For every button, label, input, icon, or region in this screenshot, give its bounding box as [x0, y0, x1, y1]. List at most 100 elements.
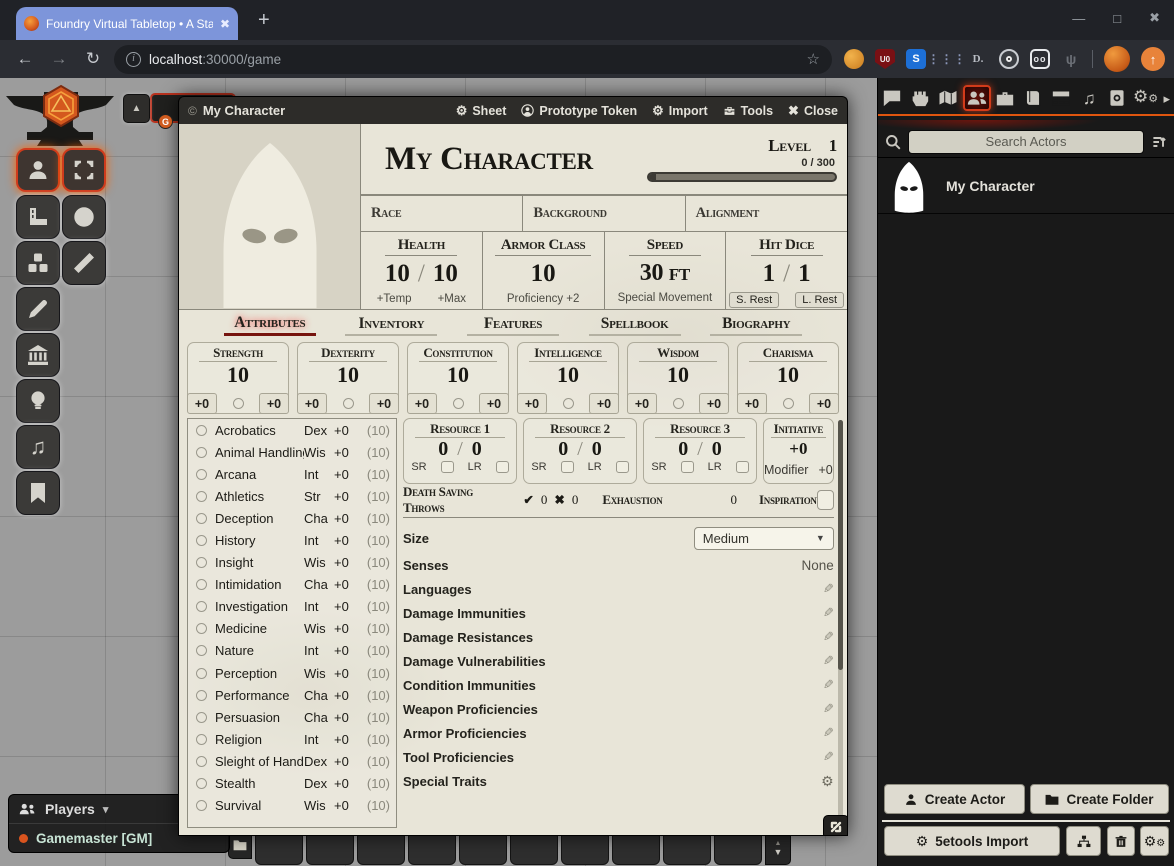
resource-value[interactable]: 0 [438, 438, 448, 460]
select-targets-tool-button[interactable] [62, 148, 106, 192]
skill-row[interactable]: Perception Wis +0 (10) [188, 662, 396, 684]
ability-modifier[interactable]: +0 [627, 393, 657, 414]
fork-extension-icon[interactable]: ψ [1061, 49, 1081, 69]
macro-slot[interactable] [663, 831, 711, 865]
hp-current[interactable]: 10 [385, 260, 410, 288]
window-close-button[interactable]: ✖Close [788, 103, 838, 119]
character-name[interactable]: My Character [385, 141, 647, 178]
browser-profile-avatar[interactable] [1104, 46, 1130, 72]
resource-label[interactable]: Resource 2 [535, 421, 625, 438]
macro-slot[interactable] [408, 831, 456, 865]
ability-block[interactable]: Intelligence 10 +0 +0 [517, 342, 619, 414]
background-field[interactable]: Background [522, 196, 684, 231]
trait-armor-proficiencies[interactable]: Armor Proficiencies ✎ [403, 721, 834, 745]
skill-row[interactable]: Deception Cha +0 (10) [188, 507, 396, 529]
trait-damage-resistances[interactable]: Damage Resistances ✎ [403, 625, 834, 649]
short-rest-checkbox[interactable] [441, 461, 454, 473]
race-field[interactable]: Race [361, 196, 522, 231]
resource-value[interactable]: 0 [678, 438, 688, 460]
short-rest-checkbox[interactable] [561, 461, 574, 473]
ability-save[interactable]: +0 [699, 393, 729, 414]
window-minimize-button[interactable]: — [1072, 11, 1085, 26]
alignment-field[interactable]: Alignment [685, 196, 847, 231]
trait-senses[interactable]: Senses None [403, 553, 834, 577]
skill-row[interactable]: Athletics Str +0 (10) [188, 485, 396, 507]
initiative-value[interactable]: +0 [789, 438, 807, 460]
eye-extension-icon[interactable] [999, 49, 1019, 69]
resource-label[interactable]: Resource 3 [655, 421, 745, 438]
macro-slot[interactable] [459, 831, 507, 865]
health-stat[interactable]: Health 10/10 +Temp+Max [361, 232, 482, 309]
tools-button[interactable]: Tools [723, 104, 773, 118]
macro-slot[interactable] [561, 831, 609, 865]
skill-row[interactable]: History Int +0 (10) [188, 529, 396, 551]
edit-icon[interactable]: ✎ [823, 749, 834, 765]
edit-icon[interactable]: ✎ [823, 677, 834, 693]
tab-biography[interactable]: Biography [710, 315, 802, 336]
ublock-extension-icon[interactable]: U0 [875, 49, 895, 69]
lighting-tool-button[interactable] [16, 379, 60, 423]
size-select[interactable]: Medium▼ [694, 527, 834, 550]
skill-proficiency-toggle[interactable] [196, 690, 207, 701]
edit-icon[interactable]: ✎ [823, 629, 834, 645]
skill-proficiency-toggle[interactable] [196, 557, 207, 568]
sheet-config-button[interactable]: ⚙Sheet [456, 103, 507, 119]
tab-close-icon[interactable]: ✖ [220, 17, 230, 31]
ruler-tool-button[interactable] [62, 241, 106, 285]
skill-proficiency-toggle[interactable] [196, 447, 207, 458]
ability-proficiency-toggle[interactable] [783, 398, 794, 409]
long-rest-checkbox[interactable] [616, 461, 629, 473]
trait-special-traits[interactable]: Special Traits ⚙ [403, 769, 834, 793]
ability-score[interactable]: 10 [337, 362, 359, 388]
macro-page-button[interactable]: ▲ ▼ [765, 831, 791, 865]
inspiration-checkbox[interactable] [817, 490, 834, 510]
skill-proficiency-toggle[interactable] [196, 800, 207, 811]
ability-save[interactable]: +0 [369, 393, 399, 414]
death-fail-count[interactable]: 0 [572, 492, 579, 508]
ability-score[interactable]: 10 [557, 362, 579, 388]
edit-icon[interactable]: ✎ [823, 701, 834, 717]
sort-folders-icon[interactable] [1151, 134, 1167, 150]
resource-label[interactable]: Resource 1 [415, 421, 505, 438]
session-extension-icon[interactable]: S [906, 49, 926, 69]
back-button[interactable]: ← [8, 49, 42, 69]
skill-row[interactable]: Animal Handling Wis +0 (10) [188, 441, 396, 463]
ability-save[interactable]: +0 [259, 393, 289, 414]
macro-slot[interactable] [255, 831, 303, 865]
ability-save[interactable]: +0 [589, 393, 619, 414]
skill-row[interactable]: Religion Int +0 (10) [188, 728, 396, 750]
ability-proficiency-toggle[interactable] [673, 398, 684, 409]
ability-save[interactable]: +0 [479, 393, 509, 414]
ability-score[interactable]: 10 [667, 362, 689, 388]
initiative-block[interactable]: Initiative +0 Modifier+0 [763, 418, 834, 484]
xp-text[interactable]: 0 / 300 [647, 157, 835, 169]
ability-modifier[interactable]: +0 [737, 393, 767, 414]
browser-update-button[interactable]: ↑ [1141, 47, 1165, 71]
ability-proficiency-toggle[interactable] [233, 398, 244, 409]
create-actor-button[interactable]: Create Actor [884, 784, 1025, 814]
death-success-count[interactable]: 0 [541, 492, 548, 508]
ability-block[interactable]: Dexterity 10 +0 +0 [297, 342, 399, 414]
bookmark-star-icon[interactable]: ☆ [807, 50, 820, 68]
hit-dice-stat[interactable]: Hit Dice 1/1 S. Rest L. Rest [725, 232, 847, 309]
skill-row[interactable]: Acrobatics Dex +0 (10) [188, 419, 396, 441]
tab-settings[interactable]: ⚙⚙ [1132, 85, 1160, 111]
window-titlebar[interactable]: © My Character ⚙Sheet Prototype Token ⚙I… [178, 96, 848, 124]
trait-damage-immunities[interactable]: Damage Immunities ✎ [403, 601, 834, 625]
ability-modifier[interactable]: +0 [517, 393, 547, 414]
create-folder-button[interactable]: Create Folder [1030, 784, 1169, 814]
long-rest-checkbox[interactable] [736, 461, 749, 473]
drawings-tool-button[interactable] [16, 287, 60, 331]
configure-button[interactable]: ⚙⚙ [1140, 826, 1169, 856]
trait-condition-immunities[interactable]: Condition Immunities ✎ [403, 673, 834, 697]
macro-slot[interactable] [612, 831, 660, 865]
skill-proficiency-toggle[interactable] [196, 645, 207, 656]
ac-value[interactable]: 10 [531, 260, 556, 288]
window-resize-handle[interactable] [823, 815, 848, 836]
short-rest-button[interactable]: S. Rest [729, 292, 779, 308]
skill-proficiency-toggle[interactable] [196, 535, 207, 546]
tab-scenes[interactable] [934, 85, 962, 111]
ability-score[interactable]: 10 [777, 362, 799, 388]
skill-proficiency-toggle[interactable] [196, 756, 207, 767]
ability-block[interactable]: Strength 10 +0 +0 [187, 342, 289, 414]
